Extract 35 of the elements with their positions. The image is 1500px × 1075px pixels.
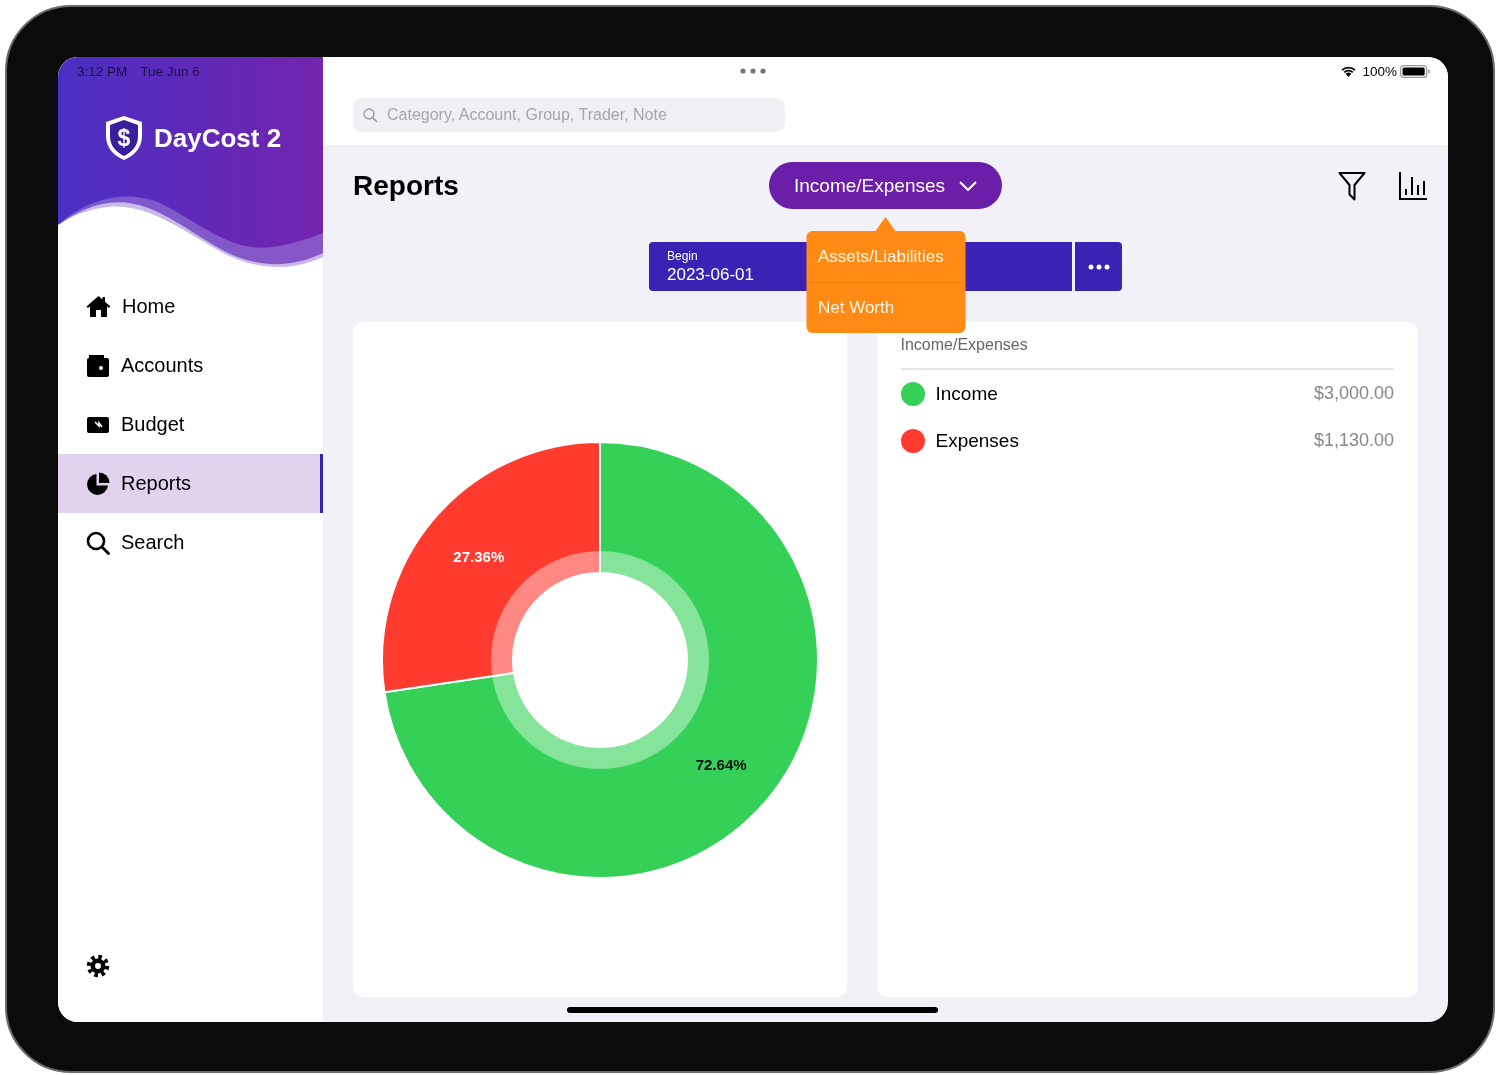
battery-icon [1400,64,1430,78]
battery-percentage: 100% [1362,63,1397,79]
wallet-icon [86,353,110,378]
shield-logo-icon: $ [104,115,144,161]
page-title: Reports [353,169,460,202]
more-icon[interactable] [740,68,766,74]
bar-chart-icon[interactable] [1398,170,1428,201]
search-field[interactable]: Category, Account, Group, Trader, Note [353,98,785,132]
status-time: 3:12 PM [77,63,128,79]
search-icon [86,530,110,555]
legend-amount: $3,000.00 [1313,383,1394,404]
more-icon [1087,263,1110,270]
sidebar-item[interactable]: Accounts [58,336,323,395]
slice-percentage-label: 27.36% [453,547,504,565]
legend-title: Income/Expenses [900,336,1394,370]
more-button[interactable] [1075,242,1122,291]
banknote-icon [86,415,110,434]
legend-label: Expenses [935,429,1019,452]
house-icon [86,295,111,318]
sidebar-item[interactable]: Reports [58,454,323,513]
legend-amount: $1,130.00 [1313,430,1394,451]
filter-icon[interactable] [1338,170,1366,201]
report-type-dropdown[interactable]: Income/Expenses [769,162,1002,209]
legend-label: Income [935,382,998,405]
app-name: DayCost 2 [154,122,282,154]
pie-chart-icon [86,471,110,496]
chevron-down-icon [959,180,977,191]
slice-percentage-label: 72.64% [695,755,747,773]
status-date: Tue Jun 6 [140,63,200,79]
search-icon [363,108,378,123]
sidebar-item[interactable]: Search [58,513,323,572]
settings-icon[interactable] [86,954,110,978]
wifi-icon [1340,65,1358,77]
sidebar-item[interactable]: Home [58,277,323,336]
sidebar-item[interactable]: Budget [58,395,323,454]
